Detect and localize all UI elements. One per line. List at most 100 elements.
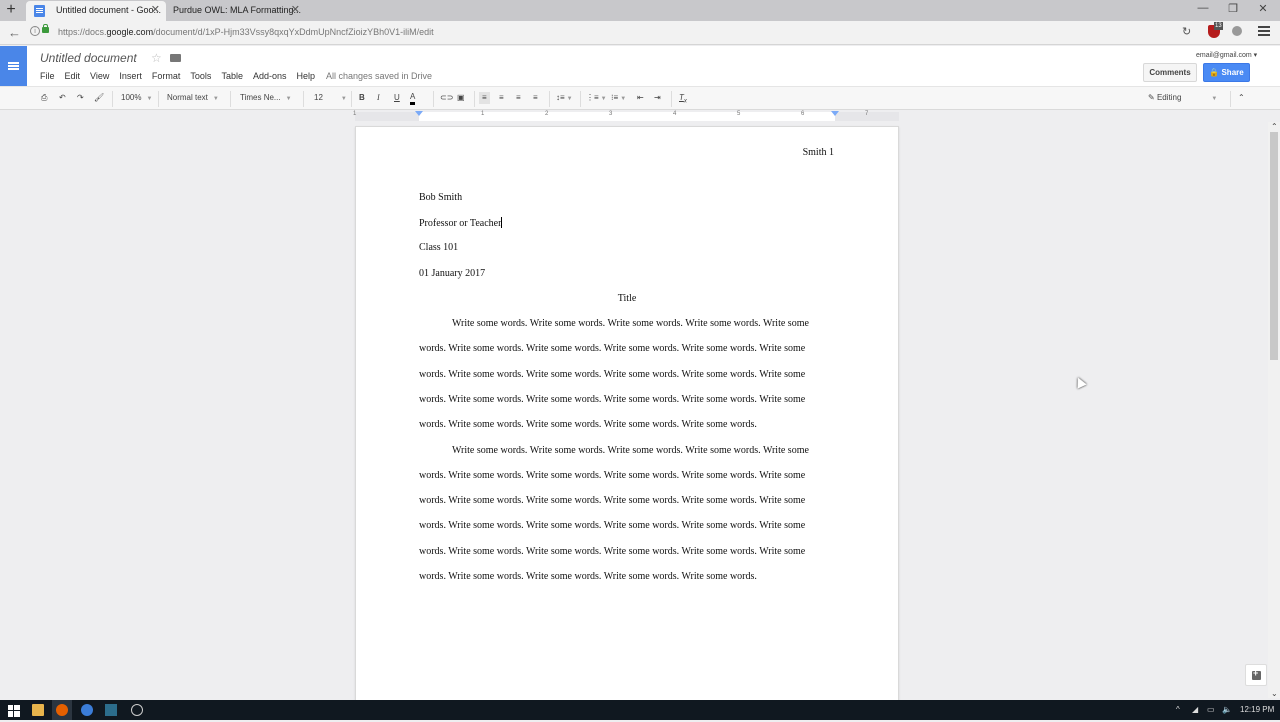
right-indent-marker[interactable]: [831, 111, 839, 116]
paragraph-line[interactable]: words. Write some words. Write some word…: [419, 343, 805, 354]
font-select[interactable]: Times Ne... ▼: [240, 92, 292, 105]
menu-file[interactable]: File: [40, 71, 55, 81]
tab-google-docs[interactable]: Untitled document - Goo... ✕: [26, 1, 166, 21]
redo-icon[interactable]: ↷: [77, 92, 84, 104]
text-color-button[interactable]: A: [410, 92, 416, 105]
font-size-select[interactable]: 12 ▼: [314, 92, 347, 105]
explore-button[interactable]: [1245, 664, 1267, 686]
firefox-taskbar-item[interactable]: [52, 700, 72, 720]
paragraph-line[interactable]: words. Write some words. Write some word…: [419, 495, 805, 506]
menu-insert[interactable]: Insert: [119, 71, 142, 81]
menu-edit[interactable]: Edit: [65, 71, 81, 81]
paragraph-line[interactable]: words. Write some words. Write some word…: [419, 520, 805, 531]
lock-icon: [42, 24, 49, 33]
numbered-list-icon[interactable]: ⋮≡ ▼: [586, 92, 607, 105]
author-name[interactable]: Bob Smith: [419, 192, 462, 203]
reload-icon[interactable]: ↻: [1182, 25, 1191, 38]
menu-format[interactable]: Format: [152, 71, 181, 81]
italic-button[interactable]: I: [377, 92, 380, 104]
style-select[interactable]: Normal text ▼: [167, 92, 219, 105]
url-input[interactable]: https://docs.google.com/document/d/1xP-H…: [58, 27, 434, 37]
close-tab-icon[interactable]: ✕: [151, 1, 160, 20]
undo-icon[interactable]: ↶: [59, 92, 66, 104]
volume-icon[interactable]: 🔈: [1222, 705, 1232, 714]
menu-tools[interactable]: Tools: [190, 71, 211, 81]
folder-icon[interactable]: [170, 54, 181, 62]
pencil-icon: ✎: [1148, 93, 1155, 102]
file-explorer-icon[interactable]: [32, 704, 44, 716]
increase-indent-icon[interactable]: ⇥: [654, 92, 661, 104]
save-status[interactable]: All changes saved in Drive: [326, 71, 432, 81]
scroll-down-icon[interactable]: ⌄: [1271, 689, 1278, 698]
paragraph-line[interactable]: words. Write some words. Write some word…: [419, 419, 757, 430]
docs-home-icon[interactable]: [0, 46, 27, 86]
menu-table[interactable]: Table: [221, 71, 243, 81]
comment-icon[interactable]: ▣: [457, 92, 465, 104]
align-right-icon[interactable]: ≡: [516, 92, 521, 104]
collapse-menu-icon[interactable]: ⌃: [1238, 92, 1245, 104]
close-window-button[interactable]: ✕: [1253, 2, 1273, 15]
close-tab-icon[interactable]: ✕: [291, 1, 300, 20]
paint-format-icon[interactable]: 🖌: [94, 92, 104, 104]
line-spacing-icon[interactable]: ↕≡ ▼: [556, 92, 573, 105]
align-left-icon[interactable]: ≡: [479, 92, 490, 104]
menu-help[interactable]: Help: [296, 71, 315, 81]
class-name[interactable]: Class 101: [419, 242, 458, 253]
paragraph-line[interactable]: words. Write some words. Write some word…: [419, 394, 805, 405]
paragraph-line[interactable]: words. Write some words. Write some word…: [419, 571, 757, 582]
clear-formatting-icon[interactable]: Tx: [679, 92, 687, 108]
scrollbar-thumb[interactable]: [1270, 132, 1278, 360]
menu-addons[interactable]: Add-ons: [253, 71, 287, 81]
chrome-menu-icon[interactable]: [1258, 26, 1270, 28]
vertical-scrollbar[interactable]: ⌃ ⌄: [1268, 122, 1280, 698]
info-icon[interactable]: i: [30, 26, 40, 36]
clock[interactable]: 12:19 PM: [1240, 705, 1274, 714]
comments-button[interactable]: Comments: [1143, 63, 1197, 82]
restore-button[interactable]: ❐: [1223, 2, 1243, 15]
browser-icon[interactable]: [81, 704, 93, 716]
chrome-icon[interactable]: [131, 704, 143, 716]
page-header[interactable]: Smith 1: [803, 147, 834, 158]
ruler-number: 1: [353, 111, 357, 117]
print-icon[interactable]: ⎙: [41, 92, 47, 104]
date[interactable]: 01 January 2017: [419, 268, 485, 279]
document-title[interactable]: Untitled document: [40, 51, 137, 65]
share-button[interactable]: 🔒 Share: [1203, 63, 1250, 82]
instructor-name[interactable]: Professor or Teacher: [419, 217, 503, 229]
left-indent-marker[interactable]: [415, 111, 423, 116]
paragraph-line[interactable]: Write some words. Write some words. Writ…: [452, 445, 809, 456]
account-email[interactable]: email@gmail.com ▾: [1196, 51, 1257, 59]
bold-button[interactable]: B: [359, 92, 365, 104]
show-hidden-icons[interactable]: ^: [1176, 705, 1180, 714]
underline-button[interactable]: U: [394, 92, 400, 104]
decrease-indent-icon[interactable]: ⇤: [637, 92, 644, 104]
new-tab-button[interactable]: +: [3, 2, 19, 18]
explore-icon: [1252, 668, 1261, 680]
paragraph-line[interactable]: Write some words. Write some words. Writ…: [452, 318, 809, 329]
menu-view[interactable]: View: [90, 71, 109, 81]
essay-title[interactable]: Title: [356, 293, 898, 304]
network-icon[interactable]: ◢: [1192, 705, 1198, 714]
back-arrow-icon[interactable]: ←: [8, 25, 21, 40]
document-page[interactable]: Smith 1 Bob Smith Professor or Teacher C…: [355, 126, 899, 706]
minimize-button[interactable]: —: [1193, 2, 1213, 14]
bulleted-list-icon[interactable]: ⁝≡ ▼: [611, 92, 626, 105]
zoom-select[interactable]: 100% ▼: [121, 92, 152, 105]
ublock-extension-icon[interactable]: 13: [1208, 22, 1223, 38]
extension-icon[interactable]: [1232, 26, 1242, 36]
tab-purdue-owl[interactable]: Purdue OWL: MLA Formatting... ✕: [166, 1, 306, 21]
google-docs-icon: [34, 5, 45, 17]
star-icon[interactable]: ☆: [151, 51, 162, 65]
media-app-icon[interactable]: [105, 704, 117, 716]
paragraph-line[interactable]: words. Write some words. Write some word…: [419, 470, 805, 481]
link-icon[interactable]: ⊂⊃: [440, 92, 453, 104]
editing-mode-select[interactable]: ✎ Editing ▼: [1148, 92, 1217, 105]
paragraph-line[interactable]: words. Write some words. Write some word…: [419, 546, 805, 557]
align-center-icon[interactable]: ≡: [499, 92, 504, 104]
justify-icon[interactable]: ≡: [533, 92, 538, 104]
windows-start-icon[interactable]: [8, 704, 20, 717]
paragraph-line[interactable]: words. Write some words. Write some word…: [419, 369, 805, 380]
battery-icon[interactable]: ▭: [1207, 705, 1215, 714]
scroll-up-icon[interactable]: ⌃: [1271, 122, 1278, 131]
menu-bar: File Edit View Insert Format Tools Table…: [40, 71, 325, 81]
